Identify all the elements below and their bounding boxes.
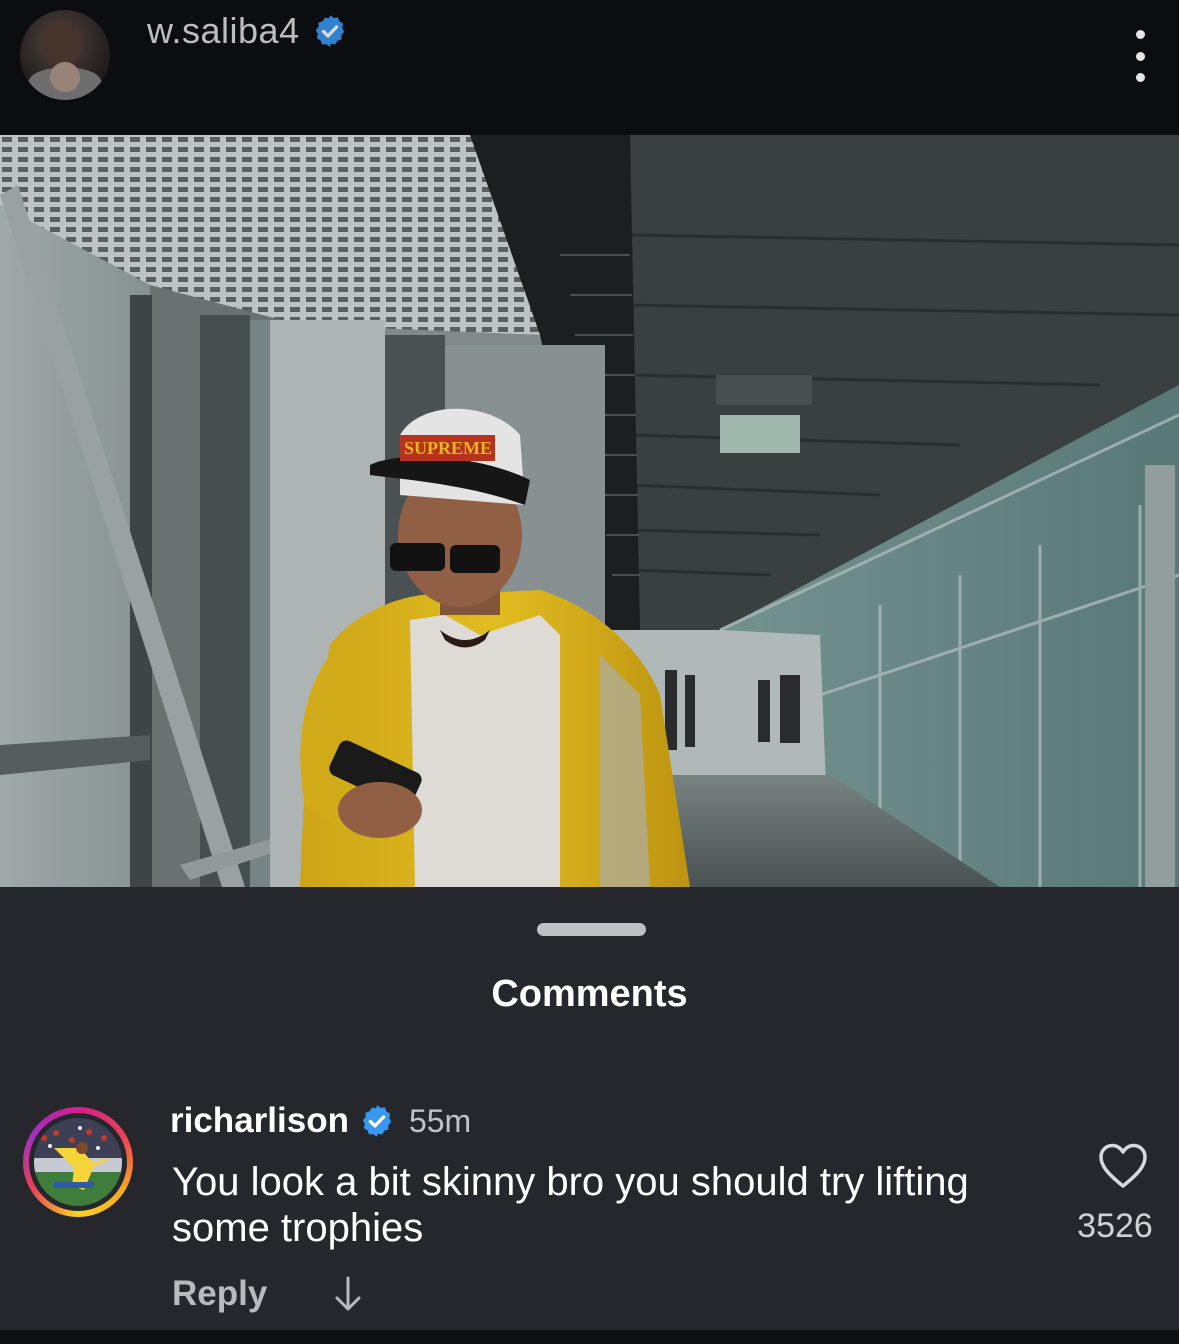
photo-illustration: SUPREME <box>0 135 1179 887</box>
profile-avatar[interactable] <box>20 10 110 100</box>
instagram-post-screen: w.saliba4 SUPREME Comments richarlison 5… <box>0 0 1179 1344</box>
more-options-icon[interactable] <box>1122 30 1158 82</box>
comment-text: You look a bit skinny bro you should try… <box>172 1160 969 1250</box>
arrow-down-icon[interactable] <box>331 1274 365 1314</box>
comment-avatar-story-ring[interactable] <box>23 1107 133 1217</box>
comment-avatar-image <box>34 1118 122 1206</box>
comments-sheet: Comments richarlison 55m You look a bit … <box>0 887 1179 1344</box>
verified-badge-icon <box>315 15 344 47</box>
username-row: w.saliba4 <box>147 6 348 56</box>
cap-logo-text: SUPREME <box>404 438 492 458</box>
verified-badge-icon <box>362 1105 392 1137</box>
comment-author[interactable]: richarlison <box>170 1101 349 1141</box>
post-photo[interactable]: SUPREME <box>0 135 1179 887</box>
comment-avatar <box>29 1113 127 1211</box>
post-header: w.saliba4 <box>0 0 1179 135</box>
heart-icon[interactable] <box>1098 1143 1148 1189</box>
bottom-edge <box>0 1330 1179 1344</box>
comments-title: Comments <box>491 973 688 1015</box>
comment-author-row: richarlison 55m <box>170 1097 471 1145</box>
reply-button[interactable]: Reply <box>172 1274 267 1314</box>
sheet-grabber-handle[interactable] <box>537 923 646 936</box>
comment-actions: Reply <box>172 1269 365 1319</box>
comment-timestamp: 55m <box>408 1102 472 1139</box>
like-count: 3526 <box>1077 1207 1153 1245</box>
post-username[interactable]: w.saliba4 <box>147 10 300 52</box>
